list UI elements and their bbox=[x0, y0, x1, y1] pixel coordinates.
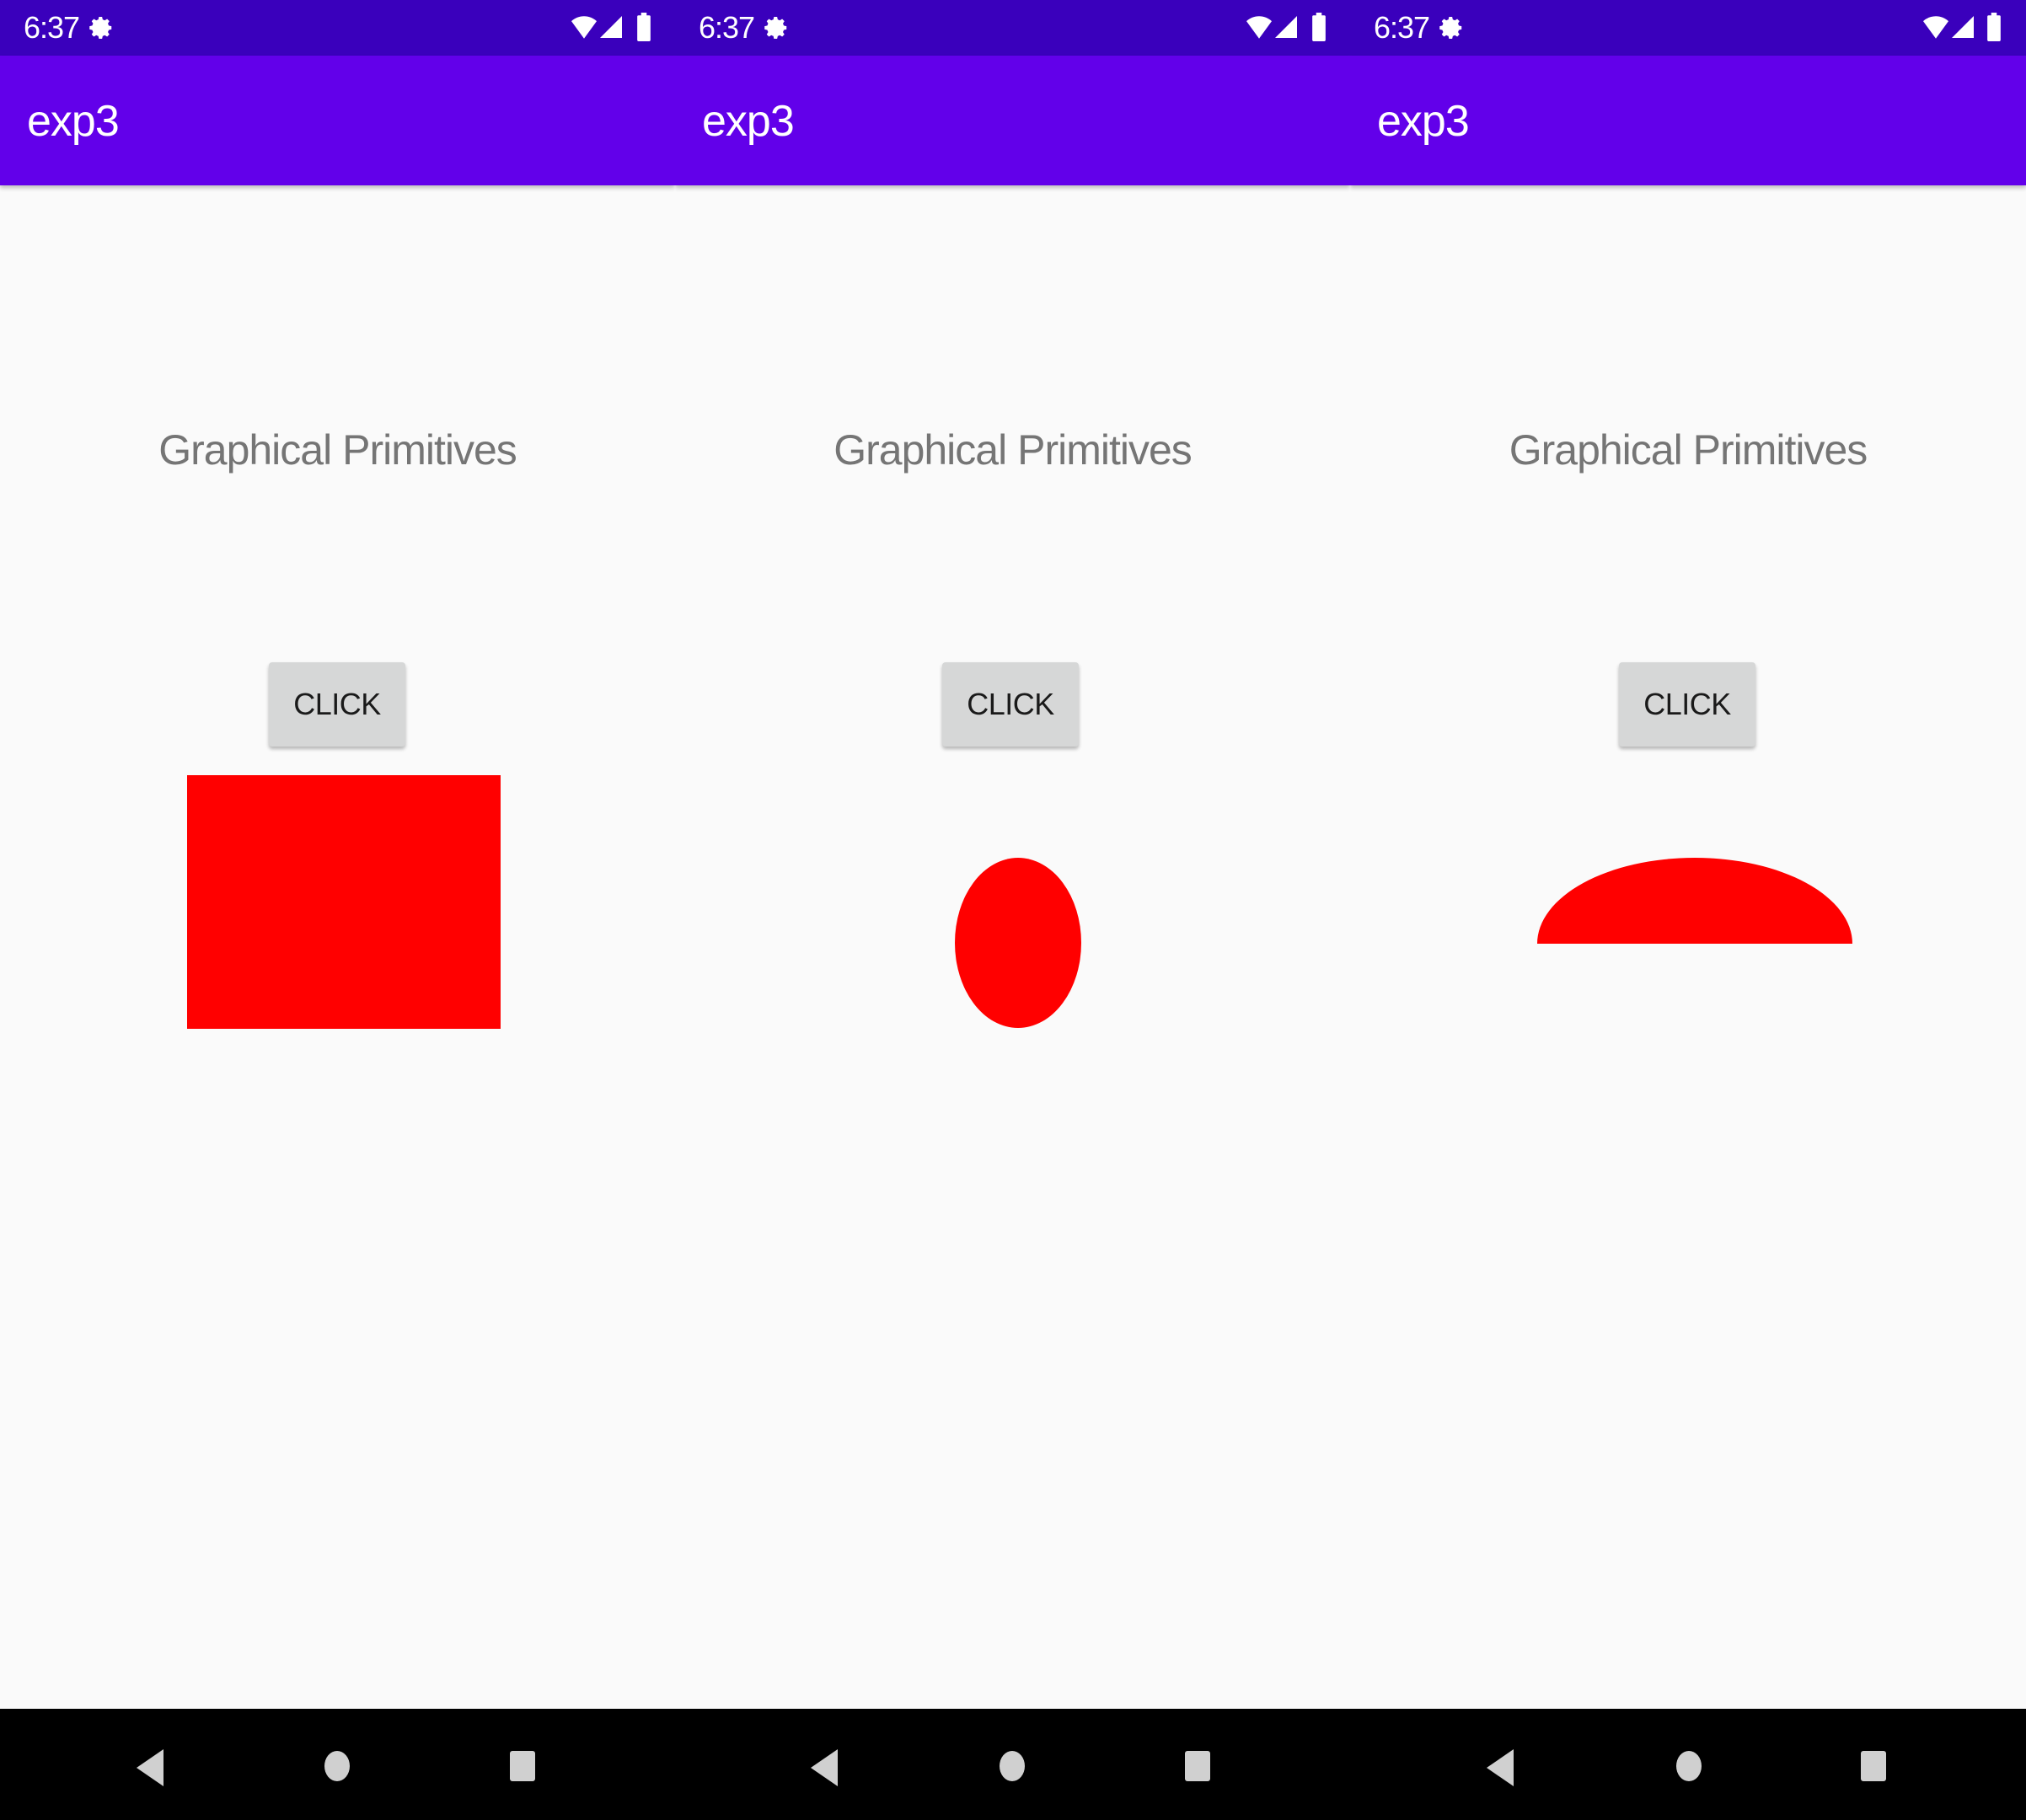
phone-screen-3: 6:37 exp3 Graphical Primitives CLICK bbox=[1350, 0, 2026, 1820]
status-time: 6:37 bbox=[1374, 10, 1430, 45]
signal-icon bbox=[600, 16, 622, 38]
click-button[interactable]: CLICK bbox=[1619, 662, 1755, 747]
gear-icon bbox=[89, 17, 112, 39]
screenshot-composite: 6:37 exp3 Graphical Primitives CLICK 6:3… bbox=[0, 0, 2026, 1820]
recents-icon[interactable] bbox=[1861, 1751, 1886, 1781]
home-icon[interactable] bbox=[1676, 1751, 1702, 1781]
back-icon[interactable] bbox=[137, 1749, 163, 1786]
wifi-icon bbox=[1246, 16, 1272, 39]
red-ellipse bbox=[955, 858, 1081, 1028]
app-title: exp3 bbox=[1377, 97, 1470, 146]
status-time: 6:37 bbox=[699, 10, 755, 45]
wifi-icon bbox=[571, 16, 597, 39]
gear-icon bbox=[764, 17, 787, 39]
home-icon[interactable] bbox=[324, 1751, 350, 1781]
signal-icon bbox=[1952, 16, 1974, 38]
heading-text: Graphical Primitives bbox=[833, 426, 1193, 474]
battery-icon bbox=[1312, 13, 1326, 41]
app-bar: exp3 bbox=[1350, 56, 2026, 185]
status-bar: 6:37 bbox=[0, 0, 675, 56]
recents-icon[interactable] bbox=[510, 1751, 535, 1781]
status-bar: 6:37 bbox=[675, 0, 1350, 56]
home-icon[interactable] bbox=[1000, 1751, 1025, 1781]
click-button[interactable]: CLICK bbox=[269, 662, 405, 747]
back-icon[interactable] bbox=[811, 1749, 838, 1786]
status-bar: 6:37 bbox=[1350, 0, 2026, 56]
back-icon[interactable] bbox=[1487, 1749, 1514, 1786]
wifi-icon bbox=[1923, 16, 1948, 39]
recents-icon[interactable] bbox=[1185, 1751, 1210, 1781]
phone-screen-1: 6:37 exp3 Graphical Primitives CLICK bbox=[0, 0, 675, 1820]
battery-icon bbox=[1987, 13, 2001, 41]
battery-icon bbox=[637, 13, 651, 41]
click-button[interactable]: CLICK bbox=[942, 662, 1079, 747]
red-half-ellipse bbox=[1537, 858, 1852, 944]
app-title: exp3 bbox=[27, 97, 120, 146]
heading-text: Graphical Primitives bbox=[158, 426, 517, 474]
phone-screen-2: 6:37 exp3 Graphical Primitives CLICK bbox=[675, 0, 1350, 1820]
signal-icon bbox=[1275, 16, 1297, 38]
red-rectangle bbox=[187, 775, 501, 1029]
app-title: exp3 bbox=[702, 97, 795, 146]
heading-text: Graphical Primitives bbox=[1509, 426, 1868, 474]
status-time: 6:37 bbox=[24, 10, 80, 45]
app-bar: exp3 bbox=[675, 56, 1350, 185]
gear-icon bbox=[1439, 17, 1462, 39]
app-bar: exp3 bbox=[0, 56, 675, 185]
